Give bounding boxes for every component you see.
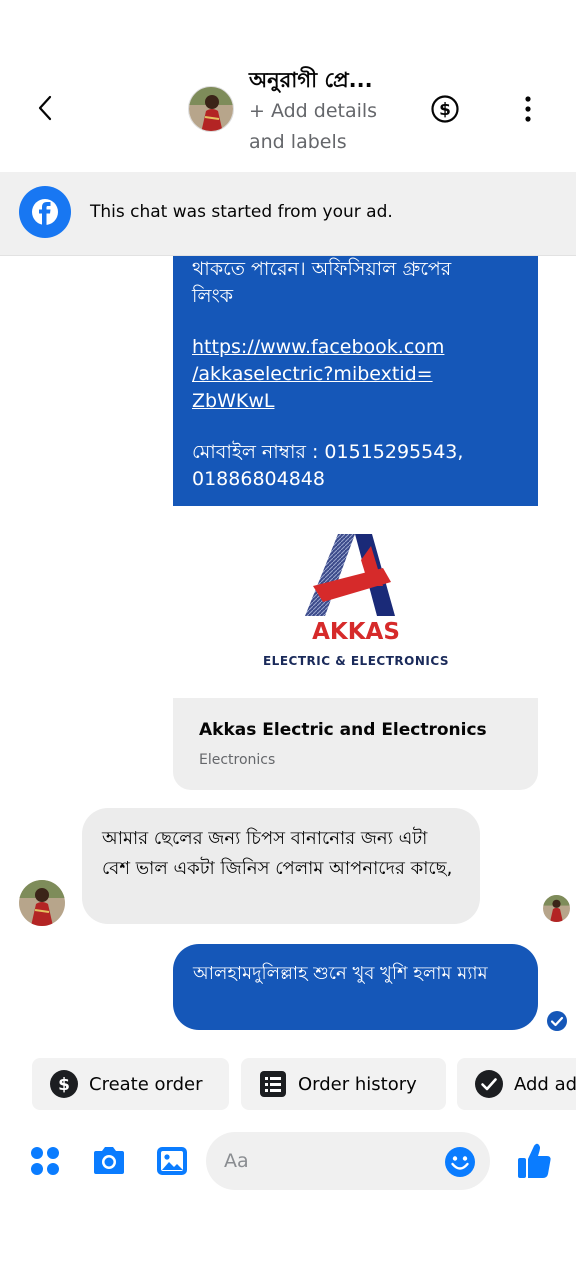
add-details-labels-link[interactable]: + Add details and labels: [249, 96, 399, 158]
emoji-icon[interactable]: [444, 1146, 476, 1178]
page-card-info[interactable]: Akkas Electric and Electronics Electroni…: [173, 698, 538, 790]
contact-name[interactable]: অনুরাগী প্রে...: [249, 64, 373, 99]
facebook-icon: [19, 186, 71, 238]
logo-tagline-text: ELECTRIC & ELECTRONICS: [263, 654, 449, 668]
facebook-link[interactable]: /akkaselectric?mibextid=: [192, 361, 520, 388]
facebook-link[interactable]: https://www.facebook.com: [192, 334, 520, 361]
message-text-line: লিংক: [192, 285, 234, 307]
ad-message-bubble[interactable]: থাকতে পারেন। অফিসিয়াল গ্রুপের লিংক http…: [173, 236, 538, 506]
receipt-icon: [260, 1071, 286, 1097]
ad-banner-text: This chat was started from your ad.: [90, 202, 393, 222]
apps-grid-icon[interactable]: [28, 1144, 62, 1178]
quick-actions-bar: $ Create order Order history Add ad: [0, 1058, 576, 1112]
seen-receipt-avatar: [543, 895, 570, 922]
incoming-message-bubble[interactable]: আমার ছেলের জন্য চিপস বানানোর জন্য এটা বে…: [82, 808, 480, 924]
dollar-circle-icon[interactable]: $: [430, 94, 460, 124]
sender-avatar[interactable]: [19, 880, 65, 926]
message-composer: [0, 1132, 576, 1194]
mobile-number-text: মোবাইল নাম্বার : 01515295543,: [192, 441, 464, 463]
order-history-button[interactable]: Order history: [241, 1058, 446, 1110]
facebook-link[interactable]: ZbWKwL: [192, 388, 520, 415]
delivered-check-icon: [547, 1011, 567, 1031]
back-arrow-icon[interactable]: [30, 92, 62, 124]
page-card-logo[interactable]: AKKAS ELECTRIC & ELECTRONICS: [173, 506, 538, 698]
camera-icon[interactable]: [90, 1144, 128, 1178]
create-order-button[interactable]: $ Create order: [32, 1058, 229, 1110]
thumbs-up-icon[interactable]: [516, 1142, 552, 1180]
add-ad-label: Add ad: [514, 1073, 576, 1095]
outgoing-message-bubble[interactable]: আলহামদুলিল্লাহ শুনে খুব খুশি হলাম ম্যাম: [173, 944, 538, 1030]
chat-header: অনুরাগী প্রে... + Add details and labels…: [0, 0, 576, 172]
check-circle-icon: [475, 1070, 503, 1098]
page-card-title: Akkas Electric and Electronics: [199, 720, 487, 740]
page-card-category: Electronics: [199, 752, 276, 768]
order-history-label: Order history: [298, 1073, 417, 1095]
svg-text:$: $: [439, 100, 451, 120]
dollar-circle-icon: $: [50, 1070, 78, 1098]
logo-brand-text: AKKAS: [312, 619, 400, 645]
mobile-number-text: 01886804848: [192, 468, 325, 490]
add-ad-button[interactable]: Add ad: [457, 1058, 576, 1110]
contact-avatar[interactable]: [188, 86, 234, 132]
ad-origin-banner: This chat was started from your ad.: [0, 172, 576, 256]
create-order-label: Create order: [89, 1073, 203, 1095]
gallery-image-icon[interactable]: [155, 1144, 189, 1178]
svg-text:$: $: [58, 1075, 70, 1095]
more-options-icon[interactable]: [516, 94, 540, 124]
message-text-line: থাকতে পারেন। অফিসিয়াল গ্রুপের: [192, 258, 452, 280]
